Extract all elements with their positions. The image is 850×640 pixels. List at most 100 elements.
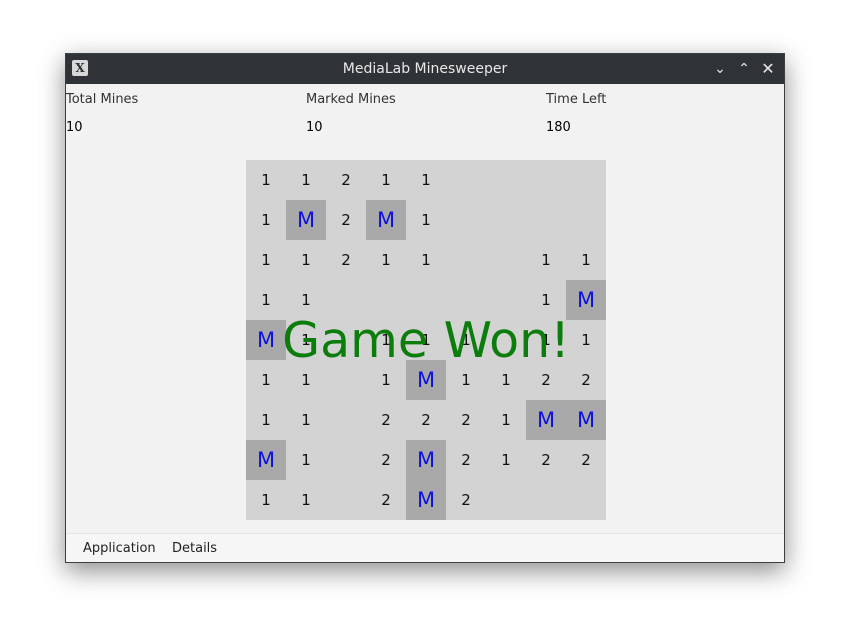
board-cell[interactable]: 1 xyxy=(526,240,566,280)
board-cell[interactable]: 2 xyxy=(366,480,406,520)
board-cell[interactable]: 1 xyxy=(286,440,326,480)
mine-cell[interactable]: M xyxy=(566,400,606,440)
board-cell[interactable]: 1 xyxy=(246,200,286,240)
menu-details[interactable]: Details xyxy=(172,541,217,556)
mine-cell[interactable]: M xyxy=(366,200,406,240)
board-cell[interactable]: 1 xyxy=(446,360,486,400)
board-cell[interactable]: 1 xyxy=(286,240,326,280)
board-cell[interactable]: 1 xyxy=(566,320,606,360)
board-cell[interactable]: 1 xyxy=(246,480,286,520)
mine-cell[interactable]: M xyxy=(286,200,326,240)
board-cell[interactable]: 1 xyxy=(406,160,446,200)
menu-application[interactable]: Application xyxy=(83,541,156,556)
board-cell[interactable]: 2 xyxy=(566,440,606,480)
close-button[interactable]: ✕ xyxy=(758,59,778,79)
menu-bar: Application Details xyxy=(66,533,784,562)
board-cell[interactable] xyxy=(326,280,366,320)
board-cell[interactable] xyxy=(526,160,566,200)
board-cell[interactable]: 2 xyxy=(326,200,366,240)
maximize-button[interactable]: ⌃ xyxy=(734,59,754,79)
board-cell[interactable]: 2 xyxy=(446,400,486,440)
board-cell[interactable] xyxy=(366,280,406,320)
board-cell[interactable] xyxy=(326,480,366,520)
board-cell[interactable]: 1 xyxy=(366,160,406,200)
mine-cell[interactable]: M xyxy=(246,320,286,360)
board-cell[interactable]: 1 xyxy=(486,360,526,400)
board-cell[interactable]: 1 xyxy=(246,160,286,200)
time-left-label: Time Left xyxy=(546,92,607,107)
board-cell[interactable]: 1 xyxy=(566,240,606,280)
board-cell[interactable]: 1 xyxy=(366,240,406,280)
board-cell[interactable]: 2 xyxy=(366,440,406,480)
board-cell[interactable] xyxy=(406,280,446,320)
board-cell[interactable]: 2 xyxy=(446,480,486,520)
board-cell[interactable]: 1 xyxy=(446,320,486,360)
board-cell[interactable]: 1 xyxy=(286,280,326,320)
board-cell[interactable]: 1 xyxy=(486,400,526,440)
minesweeper-board: 112111M2M11121111111MM111111111M11221122… xyxy=(246,160,606,520)
board-cell[interactable]: 1 xyxy=(286,480,326,520)
board-cell[interactable]: 1 xyxy=(246,400,286,440)
board-cell[interactable]: 1 xyxy=(286,400,326,440)
board-cell[interactable] xyxy=(486,320,526,360)
board-cell[interactable]: 1 xyxy=(246,280,286,320)
minimize-button[interactable]: ⌄ xyxy=(710,59,730,79)
board-cell[interactable]: 2 xyxy=(366,400,406,440)
window-title: MediaLab Minesweeper xyxy=(342,61,508,77)
mine-cell[interactable]: M xyxy=(406,360,446,400)
total-mines-value: 10 xyxy=(66,120,83,135)
board-cell[interactable] xyxy=(486,480,526,520)
board-cell[interactable]: 1 xyxy=(246,240,286,280)
board-cell[interactable]: 1 xyxy=(486,440,526,480)
time-left-panel: Time Left 180 xyxy=(546,92,606,135)
board-cell[interactable]: 2 xyxy=(526,360,566,400)
mine-cell[interactable]: M xyxy=(406,480,446,520)
board-cell[interactable] xyxy=(446,280,486,320)
board-cell[interactable] xyxy=(486,200,526,240)
total-mines-panel: Total Mines 10 xyxy=(66,92,138,135)
board-cell[interactable]: 1 xyxy=(526,280,566,320)
marked-mines-value: 10 xyxy=(306,120,323,135)
board-cell[interactable] xyxy=(566,160,606,200)
board-cell[interactable] xyxy=(326,320,366,360)
board-cell[interactable] xyxy=(486,240,526,280)
time-left-value: 180 xyxy=(546,120,571,135)
board-cell[interactable]: 1 xyxy=(406,200,446,240)
board-cell[interactable] xyxy=(326,440,366,480)
board-cell[interactable]: 1 xyxy=(366,320,406,360)
board-cell[interactable]: 2 xyxy=(326,160,366,200)
total-mines-label: Total Mines xyxy=(66,92,139,107)
board-cell[interactable]: 1 xyxy=(286,360,326,400)
mine-cell[interactable]: M xyxy=(246,440,286,480)
board-cell[interactable]: 1 xyxy=(366,360,406,400)
app-window: X MediaLab Minesweeper ⌄ ⌃ ✕ Total Mines… xyxy=(65,53,785,563)
board-cell[interactable] xyxy=(486,280,526,320)
mine-cell[interactable]: M xyxy=(406,440,446,480)
board-cell[interactable] xyxy=(526,480,566,520)
board-cell[interactable]: 1 xyxy=(246,360,286,400)
board-cell[interactable] xyxy=(446,240,486,280)
marked-mines-panel: Marked Mines 10 xyxy=(306,92,396,135)
board-cell[interactable]: 2 xyxy=(446,440,486,480)
board-cell[interactable]: 2 xyxy=(326,240,366,280)
mine-cell[interactable]: M xyxy=(526,400,566,440)
marked-mines-label: Marked Mines xyxy=(306,92,396,107)
board-cell[interactable] xyxy=(446,200,486,240)
board-cell[interactable] xyxy=(566,200,606,240)
board-cell[interactable] xyxy=(486,160,526,200)
board-cell[interactable]: 1 xyxy=(526,320,566,360)
board-cell[interactable]: 2 xyxy=(566,360,606,400)
board-cell[interactable]: 1 xyxy=(286,320,326,360)
mine-cell[interactable]: M xyxy=(566,280,606,320)
board-cell[interactable]: 2 xyxy=(406,400,446,440)
board-cell[interactable] xyxy=(326,360,366,400)
board-cell[interactable]: 2 xyxy=(526,440,566,480)
board-cell[interactable]: 1 xyxy=(406,320,446,360)
board-cell[interactable] xyxy=(526,200,566,240)
board-cell[interactable]: 1 xyxy=(286,160,326,200)
board-cell[interactable] xyxy=(566,480,606,520)
board-cell[interactable]: 1 xyxy=(406,240,446,280)
board-cell[interactable] xyxy=(326,400,366,440)
board-cell[interactable] xyxy=(446,160,486,200)
title-bar[interactable]: X MediaLab Minesweeper ⌄ ⌃ ✕ xyxy=(66,54,784,84)
